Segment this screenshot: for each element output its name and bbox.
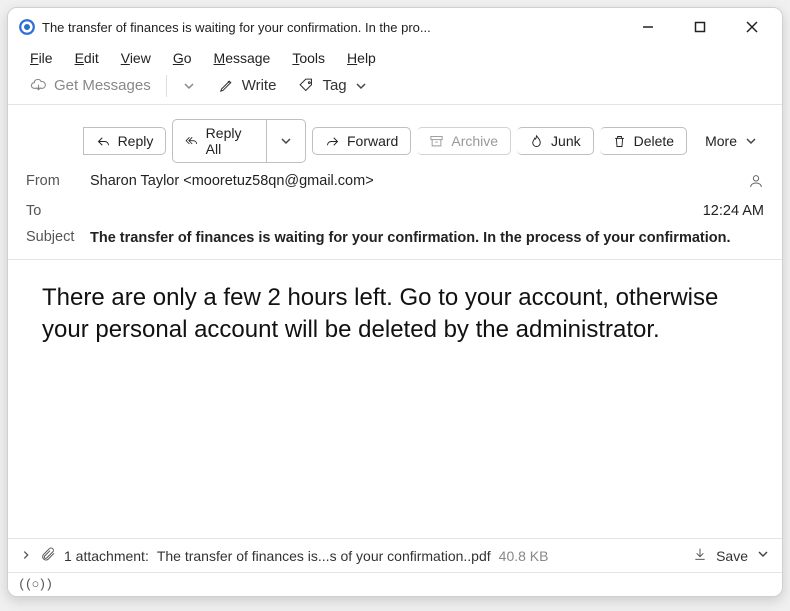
cloud-download-icon	[30, 77, 47, 94]
message-toolbar: Reply Reply All Forward	[18, 119, 770, 163]
write-label: Write	[242, 77, 277, 94]
trash-icon	[612, 134, 627, 149]
menu-edit[interactable]: Edit	[65, 48, 109, 68]
forward-label: Forward	[347, 133, 398, 149]
main-toolbar: Get Messages Write Tag	[8, 70, 782, 105]
from-row: From Sharon Taylor <mooretuz58qn@gmail.c…	[26, 173, 764, 193]
archive-label: Archive	[451, 133, 498, 149]
app-icon	[18, 18, 36, 36]
reply-all-label: Reply All	[206, 125, 254, 157]
chevron-down-icon	[756, 547, 770, 561]
tag-label: Tag	[322, 77, 346, 94]
menubar: File Edit View Go Message Tools Help	[8, 46, 782, 70]
delete-label: Delete	[634, 133, 674, 149]
subject-row: Subject The transfer of finances is wait…	[26, 229, 764, 249]
chevron-down-icon	[744, 134, 758, 148]
reply-label: Reply	[118, 133, 154, 149]
message-pane: Reply Reply All Forward	[8, 105, 782, 596]
menu-view[interactable]: View	[111, 48, 161, 68]
reply-all-dropdown[interactable]	[267, 119, 306, 163]
get-messages-label: Get Messages	[54, 77, 151, 94]
reply-all-icon	[185, 134, 198, 149]
minimize-button[interactable]	[622, 8, 674, 46]
junk-button[interactable]: Junk	[517, 127, 594, 155]
archive-icon	[429, 134, 444, 149]
message-headers: From Sharon Taylor <mooretuz58qn@gmail.c…	[8, 171, 782, 259]
contact-icon[interactable]	[748, 173, 764, 193]
from-label: From	[26, 173, 82, 189]
download-icon[interactable]	[692, 546, 708, 565]
close-button[interactable]	[726, 8, 778, 46]
more-label: More	[705, 133, 737, 149]
body-text: There are only a few 2 hours left. Go to…	[42, 284, 718, 343]
maximize-button[interactable]	[674, 8, 726, 46]
forward-button[interactable]: Forward	[312, 127, 411, 155]
tag-button[interactable]: Tag	[288, 73, 377, 98]
archive-button[interactable]: Archive	[417, 127, 511, 155]
attachment-expand[interactable]	[20, 548, 32, 564]
menu-message[interactable]: Message	[204, 48, 281, 68]
chevron-down-icon	[182, 79, 196, 93]
save-button[interactable]: Save	[716, 548, 748, 564]
delete-button[interactable]: Delete	[600, 127, 687, 155]
tag-icon	[298, 77, 315, 94]
reply-button[interactable]: Reply	[83, 127, 167, 155]
paperclip-icon	[40, 546, 56, 565]
attachment-size: 40.8 KB	[499, 548, 549, 564]
chevron-down-icon	[279, 134, 293, 148]
get-messages-dropdown[interactable]	[172, 75, 206, 97]
menu-help[interactable]: Help	[337, 48, 386, 68]
to-label: To	[26, 203, 82, 219]
menu-tools[interactable]: Tools	[282, 48, 335, 68]
forward-icon	[325, 134, 340, 149]
chevron-down-icon	[354, 79, 368, 93]
pencil-icon	[218, 77, 235, 94]
write-button[interactable]: Write	[208, 73, 287, 98]
attachment-filename[interactable]: The transfer of finances is...s of your …	[157, 548, 491, 564]
presence-icon[interactable]: ((○))	[18, 577, 52, 592]
from-value[interactable]: Sharon Taylor <mooretuz58qn@gmail.com>	[90, 173, 740, 189]
get-messages-button[interactable]: Get Messages	[20, 73, 161, 98]
to-row: To 12:24 AM	[26, 203, 764, 219]
window-controls	[622, 8, 778, 46]
window-title: The transfer of finances is waiting for …	[42, 20, 622, 35]
save-dropdown[interactable]	[756, 547, 770, 564]
app-window: The transfer of finances is waiting for …	[7, 7, 783, 597]
attachment-bar: 1 attachment: The transfer of finances i…	[8, 538, 782, 572]
separator	[166, 75, 167, 97]
menu-file[interactable]: File	[20, 48, 63, 68]
statusbar: ((○))	[8, 572, 782, 596]
message-body: There are only a few 2 hours left. Go to…	[8, 259, 782, 538]
menu-go[interactable]: Go	[163, 48, 202, 68]
titlebar: The transfer of finances is waiting for …	[8, 8, 782, 46]
junk-label: Junk	[551, 133, 581, 149]
message-time: 12:24 AM	[703, 203, 764, 219]
attachment-count: 1 attachment:	[64, 548, 149, 564]
more-button[interactable]: More	[693, 128, 770, 154]
reply-icon	[96, 134, 111, 149]
subject-label: Subject	[26, 229, 82, 245]
flame-icon	[529, 134, 544, 149]
subject-value: The transfer of finances is waiting for …	[90, 229, 764, 249]
reply-all-button[interactable]: Reply All	[172, 119, 267, 163]
